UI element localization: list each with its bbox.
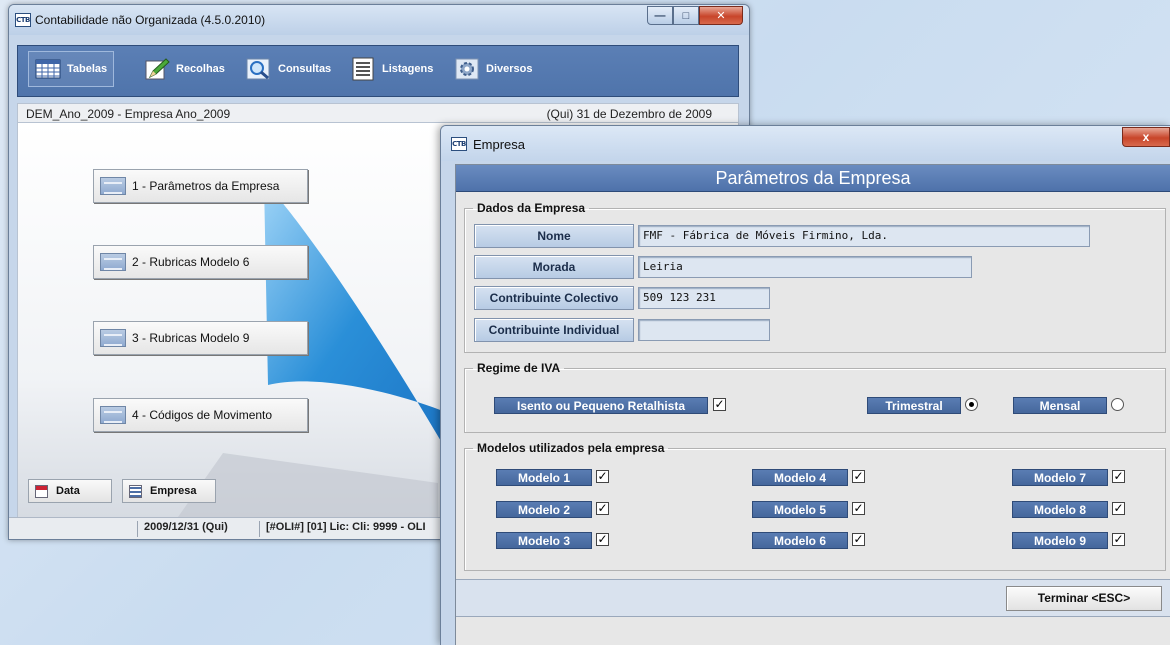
menu-item-label: 1 - Parâmetros da Empresa	[132, 179, 280, 193]
current-date: (Qui) 31 de Dezembro de 2009	[546, 107, 712, 121]
window-title: Contabilidade não Organizada (4.5.0.2010…	[35, 13, 266, 27]
modelo-3-checkbox[interactable]: ✓	[596, 533, 609, 546]
app-icon: CTB	[15, 13, 31, 27]
close-button[interactable]: ✕	[699, 6, 743, 25]
dialog-title: Empresa	[473, 137, 526, 152]
iva-legend: Regime de IVA	[477, 361, 561, 375]
modelo-8-label: Modelo 8	[1012, 501, 1108, 518]
modelo-8-checkbox[interactable]: ✓	[1112, 502, 1125, 515]
nome-label: Nome	[474, 224, 634, 248]
modelo-7-label: Modelo 7	[1012, 469, 1108, 486]
toolbar-label: Consultas	[278, 63, 332, 75]
empresa-button[interactable]: Empresa	[122, 479, 216, 503]
close-icon: ✕	[716, 10, 726, 22]
terminar-button[interactable]: Terminar <ESC>	[1006, 586, 1162, 611]
dialog-close-button[interactable]: x	[1122, 127, 1170, 147]
toolbar-tabelas-button[interactable]: Tabelas	[28, 51, 115, 87]
modelo-9-label: Modelo 9	[1012, 532, 1108, 549]
menu-rubricas-9-button[interactable]: 3 - Rubricas Modelo 9	[93, 321, 308, 355]
morada-label: Morada	[474, 255, 634, 279]
main-toolbar: Tabelas Recolhas Consultas Listagens Div…	[17, 45, 739, 97]
form-icon	[100, 329, 126, 347]
menu-item-label: 3 - Rubricas Modelo 9	[132, 331, 250, 345]
morada-field[interactable]: Leiria	[638, 256, 972, 278]
isento-label: Isento ou Pequeno Retalhista	[494, 397, 708, 414]
gear-icon	[455, 58, 479, 80]
nome-field[interactable]: FMF - Fábrica de Móveis Firmino, Lda.	[638, 225, 1090, 247]
maximize-button[interactable]: □	[673, 6, 699, 25]
dialog-footer: Terminar <ESC>	[456, 579, 1170, 617]
form-icon	[100, 253, 126, 271]
maximize-icon: □	[682, 9, 690, 22]
form-icon	[100, 406, 126, 424]
toolbar-consultas-button[interactable]: Consultas	[240, 51, 337, 87]
form-icon	[100, 177, 126, 195]
menu-codigos-button[interactable]: 4 - Códigos de Movimento	[93, 398, 308, 432]
minimize-icon: —	[654, 9, 666, 22]
data-button-label: Data	[56, 485, 80, 497]
dialog-body: Parâmetros da Empresa Dados da Empresa N…	[455, 164, 1170, 645]
modelo-2-checkbox[interactable]: ✓	[596, 502, 609, 515]
modelo-6-checkbox[interactable]: ✓	[852, 533, 865, 546]
main-titlebar[interactable]: CTB Contabilidade não Organizada (4.5.0.…	[9, 5, 749, 35]
menu-rubricas-6-button[interactable]: 2 - Rubricas Modelo 6	[93, 245, 308, 279]
company-name: DEM_Ano_2009 - Empresa Ano_2009	[26, 107, 231, 121]
modelos-legend: Modelos utilizados pela empresa	[477, 441, 665, 455]
toolbar-listagens-button[interactable]: Listagens	[344, 51, 439, 87]
mensal-radio[interactable]	[1111, 398, 1124, 411]
mensal-label: Mensal	[1013, 397, 1107, 414]
toolbar-label: Recolhas	[176, 63, 225, 75]
modelo-7-checkbox[interactable]: ✓	[1112, 470, 1125, 483]
toolbar-label: Tabelas	[67, 63, 108, 75]
modelo-2-label: Modelo 2	[496, 501, 592, 518]
company-infobar: DEM_Ano_2009 - Empresa Ano_2009 (Qui) 31…	[17, 103, 739, 123]
contribuinte-individual-label: Contribuinte Individual	[474, 318, 634, 342]
magnifier-icon	[246, 58, 270, 80]
trimestral-radio[interactable]	[965, 398, 978, 411]
close-icon: x	[1142, 130, 1150, 144]
toolbar-diversos-button[interactable]: Diversos	[448, 51, 538, 87]
status-empty	[9, 521, 137, 537]
dados-legend: Dados da Empresa	[477, 201, 586, 215]
modelo-1-label: Modelo 1	[496, 469, 592, 486]
app-icon: CTB	[451, 137, 467, 151]
contribuinte-colectivo-label: Contribuinte Colectivo	[474, 286, 634, 310]
building-icon	[129, 484, 142, 498]
modelo-3-label: Modelo 3	[496, 532, 592, 549]
menu-item-label: 2 - Rubricas Modelo 6	[132, 255, 250, 269]
modelo-6-label: Modelo 6	[752, 532, 848, 549]
toolbar-label: Listagens	[382, 63, 434, 75]
modelo-5-label: Modelo 5	[752, 501, 848, 518]
trimestral-label: Trimestral	[867, 397, 961, 414]
minimize-button[interactable]: —	[647, 6, 673, 25]
empresa-dialog: CTB Empresa x Parâmetros da Empresa Dado…	[440, 125, 1170, 645]
modelo-4-checkbox[interactable]: ✓	[852, 470, 865, 483]
modelo-5-checkbox[interactable]: ✓	[852, 502, 865, 515]
data-button[interactable]: Data	[28, 479, 112, 503]
toolbar-recolhas-button[interactable]: Recolhas	[138, 51, 231, 87]
pencil-icon	[145, 58, 170, 80]
list-icon	[352, 57, 374, 81]
contribuinte-colectivo-field[interactable]: 509 123 231	[638, 287, 770, 309]
toolbar-label: Diversos	[486, 63, 533, 75]
table-icon	[35, 59, 61, 79]
modelo-9-checkbox[interactable]: ✓	[1112, 533, 1125, 546]
contribuinte-individual-field[interactable]	[638, 319, 770, 341]
calendar-icon	[35, 484, 48, 498]
modelo-4-label: Modelo 4	[752, 469, 848, 486]
dialog-header: Parâmetros da Empresa	[456, 165, 1170, 192]
menu-item-label: 4 - Códigos de Movimento	[132, 408, 273, 422]
dialog-titlebar[interactable]: CTB Empresa x	[441, 126, 1170, 161]
window-controls: — □ ✕	[647, 6, 743, 26]
status-date: 2009/12/31 (Qui)	[137, 521, 253, 537]
isento-checkbox[interactable]: ✓	[713, 398, 726, 411]
modelo-1-checkbox[interactable]: ✓	[596, 470, 609, 483]
empresa-button-label: Empresa	[150, 485, 197, 497]
menu-parametros-button[interactable]: 1 - Parâmetros da Empresa	[93, 169, 308, 203]
